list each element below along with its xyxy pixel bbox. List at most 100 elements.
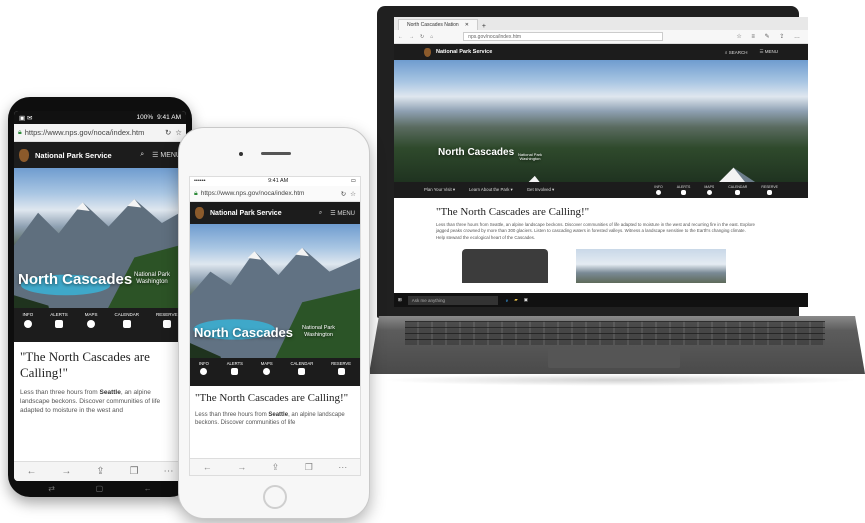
taskbar-search[interactable]: Ask me anything bbox=[407, 295, 498, 305]
hero-image: North Cascades National Park Washington bbox=[394, 60, 808, 182]
forward-icon[interactable]: → bbox=[237, 462, 246, 472]
info-icon bbox=[656, 190, 662, 195]
map-pin-icon bbox=[87, 320, 96, 328]
search-button[interactable]: ⌕ SEARCH bbox=[725, 50, 748, 55]
new-tab-button[interactable]: + bbox=[482, 23, 486, 30]
info-icon bbox=[23, 320, 32, 328]
quick-link-info[interactable]: INFO bbox=[23, 312, 33, 342]
feature-images bbox=[436, 249, 766, 284]
site-title[interactable]: National Park Service bbox=[436, 49, 492, 55]
share-icon[interactable]: ⇪ bbox=[272, 462, 280, 473]
quick-link-label: MAPS bbox=[260, 361, 273, 366]
nav-get-involved[interactable]: Get Involved ▾ bbox=[527, 187, 554, 193]
quick-link-label: ALERTS bbox=[226, 361, 243, 366]
nps-arrowhead-icon[interactable] bbox=[19, 148, 29, 162]
quick-link-info[interactable]: INFO bbox=[654, 185, 663, 195]
forward-icon[interactable]: → bbox=[61, 466, 71, 477]
share-icon[interactable]: ⇪ bbox=[96, 466, 104, 477]
menu-button[interactable]: ☰ MENU bbox=[759, 49, 778, 55]
browser-tab[interactable]: North Cascades Nation ✕ bbox=[398, 19, 478, 30]
feature-image-dark[interactable] bbox=[462, 249, 548, 284]
back-nav-icon[interactable]: ← bbox=[144, 484, 152, 493]
battery-label: 100% bbox=[136, 114, 154, 121]
quick-link-label: INFO bbox=[198, 361, 209, 366]
keyboard bbox=[405, 321, 825, 345]
nav-learn-about-the-park[interactable]: Learn About the Park ▾ bbox=[469, 187, 513, 193]
quick-link-label: CALENDAR bbox=[114, 312, 140, 317]
back-icon[interactable]: ← bbox=[203, 462, 212, 472]
tabs-icon[interactable]: ❐ bbox=[130, 466, 139, 477]
quick-link-maps[interactable]: MAPS bbox=[704, 185, 714, 195]
tabs-icon[interactable]: ❐ bbox=[305, 462, 313, 473]
android-browser-toolbar: ← → ⇪ ❐ ⋯ bbox=[14, 461, 186, 481]
battery-icon: ▭ bbox=[350, 178, 356, 184]
desktop-nav: Plan Your Visit ▾ Learn About the Park ▾… bbox=[394, 182, 808, 198]
star-icon[interactable]: ☆ bbox=[350, 190, 356, 198]
refresh-icon[interactable]: ↻ bbox=[165, 128, 171, 137]
url-field[interactable]: https://www.nps.gov/noca/index.htm bbox=[25, 128, 145, 137]
quick-link-reserve[interactable]: RESERVE bbox=[761, 185, 778, 195]
park-subtitle: National Park Washington bbox=[134, 272, 171, 286]
search-icon[interactable]: ⌕ bbox=[319, 210, 322, 217]
close-icon[interactable]: ✕ bbox=[465, 22, 469, 28]
park-subtitle: National Park Washington bbox=[302, 325, 336, 338]
folder-icon[interactable]: ▰ bbox=[514, 297, 517, 303]
forward-icon[interactable]: → bbox=[409, 34, 414, 40]
iphone: •••••• 9:41 AM ▭ 🔒︎ https://www.nps.gov/… bbox=[178, 127, 370, 519]
home-button[interactable] bbox=[263, 485, 287, 509]
page-body: "The North Cascades are Calling!" Less t… bbox=[190, 386, 360, 434]
url-field[interactable]: nps.gov/noca/index.htm bbox=[463, 32, 664, 41]
edge-icon[interactable]: e bbox=[506, 298, 509, 303]
quick-link-alerts[interactable]: ALERTS bbox=[677, 185, 690, 195]
quick-link-reserve[interactable]: RESERVE bbox=[331, 361, 351, 386]
nps-arrowhead-icon[interactable] bbox=[195, 207, 204, 219]
search-icon[interactable]: ⌕ bbox=[140, 151, 144, 159]
store-icon[interactable]: ▣ bbox=[524, 297, 528, 303]
browser-tools[interactable]: ☆ ≡ ✎ ⇪ … bbox=[736, 33, 804, 40]
checkbox-icon bbox=[162, 320, 171, 328]
more-icon[interactable]: ⋯ bbox=[338, 462, 347, 473]
quick-link-calendar[interactable]: CALENDAR bbox=[728, 185, 747, 195]
intro-paragraph: Less than three hours from Seattle, an a… bbox=[195, 411, 355, 428]
refresh-icon[interactable]: ↻ bbox=[341, 190, 346, 198]
refresh-icon[interactable]: ↻ bbox=[420, 34, 424, 40]
site-title[interactable]: National Park Service bbox=[35, 151, 112, 160]
quick-links: INFO ALERTS MAPS CALENDAR RESERVE bbox=[190, 358, 360, 386]
android-screen: ▣ ✉ 100% 9:41 AM 🔒︎ https://www.nps.gov/… bbox=[14, 111, 186, 481]
nav-plan-your-visit[interactable]: Plan Your Visit ▾ bbox=[424, 187, 455, 193]
quick-link-calendar[interactable]: CALENDAR bbox=[290, 361, 313, 386]
quick-link-label: INFO bbox=[654, 185, 663, 189]
quick-link-maps[interactable]: MAPS bbox=[261, 361, 273, 386]
back-icon[interactable]: ← bbox=[26, 466, 36, 477]
site-title[interactable]: National Park Service bbox=[210, 210, 282, 217]
calendar-icon bbox=[735, 190, 741, 195]
park-title: North Cascades bbox=[194, 325, 293, 340]
windows-start-icon[interactable]: ⊞ bbox=[398, 297, 402, 303]
star-icon[interactable]: ☆ bbox=[175, 128, 182, 137]
nps-arrowhead-icon[interactable] bbox=[424, 47, 431, 57]
map-pin-icon bbox=[706, 190, 712, 195]
browser-tabstrip: North Cascades Nation ✕ + bbox=[394, 17, 808, 30]
intro-link-seattle[interactable]: Seattle bbox=[100, 389, 121, 396]
intro-link-seattle[interactable]: Seattle bbox=[268, 412, 288, 418]
quick-link-alerts[interactable]: ALERTS bbox=[50, 312, 68, 342]
back-icon[interactable]: ← bbox=[398, 34, 403, 40]
feature-image-landscape[interactable] bbox=[576, 249, 726, 284]
quick-link-alerts[interactable]: ALERTS bbox=[227, 361, 243, 386]
home-icon[interactable]: ⌂ bbox=[430, 34, 433, 40]
menu-button[interactable]: ☰ MENU bbox=[152, 151, 181, 159]
recents-icon[interactable]: ⇄ bbox=[48, 484, 55, 493]
park-title: North Cascades bbox=[438, 147, 515, 158]
url-field[interactable]: https://www.nps.gov/noca/index.htm bbox=[201, 190, 305, 197]
tab-title: North Cascades Nation bbox=[407, 22, 459, 28]
quick-link-maps[interactable]: MAPS bbox=[84, 312, 98, 342]
quick-link-calendar[interactable]: CALENDAR bbox=[114, 312, 140, 342]
home-icon[interactable]: ▢ bbox=[96, 484, 104, 493]
quick-link-reserve[interactable]: RESERVE bbox=[156, 312, 177, 342]
page-headline: "The North Cascades are Calling!" bbox=[20, 349, 150, 381]
menu-label: MENU bbox=[337, 210, 355, 217]
quick-link-label: MAPS bbox=[84, 312, 98, 317]
more-icon[interactable]: ⋯ bbox=[164, 466, 174, 477]
menu-button[interactable]: ☰ MENU bbox=[330, 210, 355, 217]
quick-link-info[interactable]: INFO bbox=[199, 361, 209, 386]
